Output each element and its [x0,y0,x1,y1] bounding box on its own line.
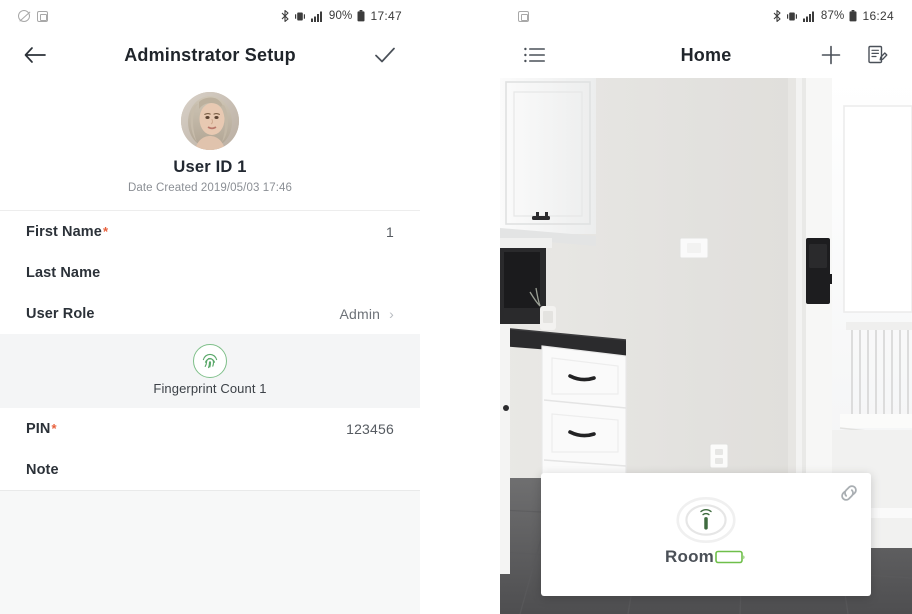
screenshot-icon [37,10,48,22]
battery-percent-label: 87% [820,10,845,22]
screenshot-stage: 90% 17:47 Adminstrator Setup User ID 1 D… [0,0,912,614]
chain-link-icon[interactable] [836,480,862,506]
field-label: User Role [26,306,96,322]
do-not-disturb-icon [18,10,30,22]
vibrate-icon [786,11,798,22]
back-arrow-icon[interactable] [18,38,52,72]
field-label: Note [26,462,60,478]
field-label-text: Last Name [26,264,101,281]
field-label: Last Name [26,265,101,281]
setup-form: First Name * 1 Last Name User Role Admin… [0,211,420,490]
room-photo: Room [500,78,912,614]
app-bar-actions [814,38,894,72]
battery-icon [715,548,747,566]
status-bar-right-icons: 87% 16:24 [773,9,894,23]
chevron-right-icon: › [389,305,394,322]
empty-area [0,490,420,614]
page-title: Adminstrator Setup [124,44,296,65]
device-name-row: Room [665,547,747,567]
bluetooth-icon [773,10,781,22]
fingerprint-count-label: Fingerprint Count 1 [153,381,267,396]
field-row-last-name[interactable]: Last Name [0,252,420,293]
battery-icon [849,10,857,22]
status-bar-left-icons [18,10,48,22]
profile-header: User ID 1 Date Created 2019/05/03 17:46 [0,78,420,211]
avatar[interactable] [181,92,239,150]
app-bar-left: Adminstrator Setup [0,32,420,78]
screenshot-icon [518,10,529,22]
field-value-text: Admin [339,305,381,322]
field-row-user-role[interactable]: User Role Admin › [0,293,420,334]
field-row-pin[interactable]: PIN * 123456 [0,408,420,449]
field-label-text: PIN [26,420,51,437]
phone-screen-home: 87% 16:24 Home Room [500,0,912,614]
battery-percent-label: 90% [328,10,353,22]
administrator-setup-body: User ID 1 Date Created 2019/05/03 17:46 … [0,78,420,614]
document-edit-icon[interactable] [860,38,894,72]
field-row-note[interactable]: Note [0,449,420,490]
signal-bars-icon [310,11,324,22]
profile-date-created: Date Created 2019/05/03 17:46 [127,182,293,194]
device-card-room[interactable]: Room [541,473,871,596]
battery-icon [357,10,365,22]
field-label: First Name * [26,224,108,240]
plus-icon[interactable] [814,38,848,72]
field-value: 123456 [346,421,394,437]
fingerprint-icon[interactable] [193,344,227,378]
status-bar-left: 90% 17:47 [0,0,420,32]
vibrate-icon [294,11,306,22]
app-bar-right: Home [500,32,912,78]
field-label-text: User Role [26,305,95,322]
device-card-content: Room [541,473,871,596]
field-value: 1 [386,224,394,240]
fingerprint-section[interactable]: Fingerprint Count 1 [0,334,420,408]
signal-bars-icon [802,11,816,22]
status-bar-right: 87% 16:24 [500,0,912,32]
profile-name: User ID 1 [173,158,247,176]
bluetooth-icon [281,10,289,22]
checkmark-icon[interactable] [368,38,402,72]
clock-label: 17:47 [370,9,402,23]
clock-label: 16:24 [862,9,894,23]
lock-signal-icon[interactable] [675,495,737,545]
required-marker: * [51,420,57,436]
status-bar-left-icons [518,10,529,22]
field-value-text: 1 [386,223,394,240]
field-label: PIN * [26,421,57,437]
field-value: Admin › [339,306,394,322]
phone-screen-administrator-setup: 90% 17:47 Adminstrator Setup User ID 1 D… [0,0,420,614]
field-value-text: 123456 [346,420,394,437]
field-row-first-name[interactable]: First Name * 1 [0,211,420,252]
status-bar-right-icons: 90% 17:47 [281,9,402,23]
required-marker: * [102,223,109,239]
list-menu-icon[interactable] [518,38,552,72]
field-label-text: Note [26,461,59,478]
device-name-label: Room [665,546,714,566]
field-label-text: First Name [26,223,102,240]
